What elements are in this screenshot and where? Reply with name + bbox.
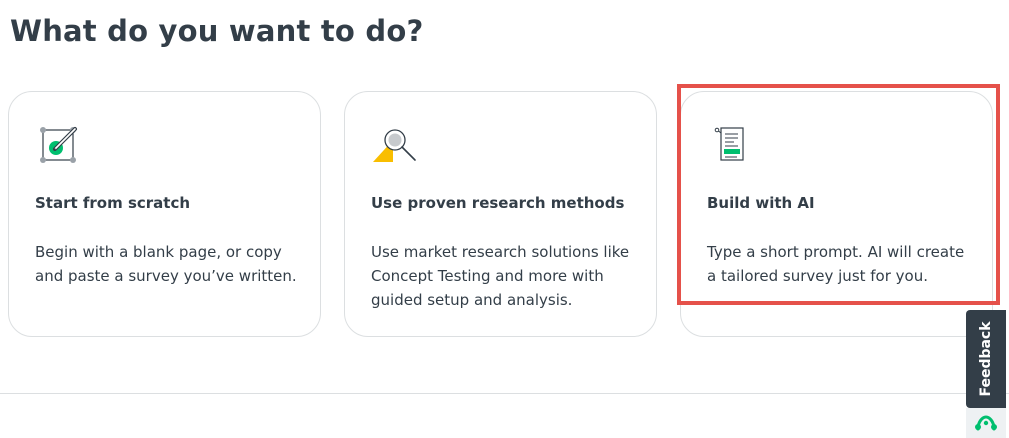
start-from-scratch-card[interactable]: Start from scratch Begin with a blank pa… <box>8 91 321 337</box>
feedback-label: Feedback <box>978 321 994 397</box>
card-description: Use market research solutions like Conce… <box>371 243 630 309</box>
card-title: Start from scratch <box>35 194 191 212</box>
card-description: Begin with a blank page, or copy and pas… <box>35 243 297 285</box>
build-with-ai-card[interactable]: Build with AI Type a short prompt. AI wi… <box>680 91 993 337</box>
card-title: Build with AI <box>707 194 815 212</box>
card-description: Type a short prompt. AI will create a ta… <box>707 243 965 285</box>
surveymonkey-logo-icon[interactable] <box>966 408 1006 438</box>
card-title: Use proven research methods <box>371 194 625 212</box>
research-methods-card[interactable]: Use proven research methods Use market r… <box>344 91 657 337</box>
blank-page-pencil-icon <box>35 122 83 170</box>
feedback-button[interactable]: Feedback <box>966 310 1006 408</box>
divider <box>0 393 1009 394</box>
page-title: What do you want to do? <box>10 14 424 48</box>
ai-document-icon <box>707 122 755 170</box>
magnifier-research-icon <box>371 122 419 170</box>
